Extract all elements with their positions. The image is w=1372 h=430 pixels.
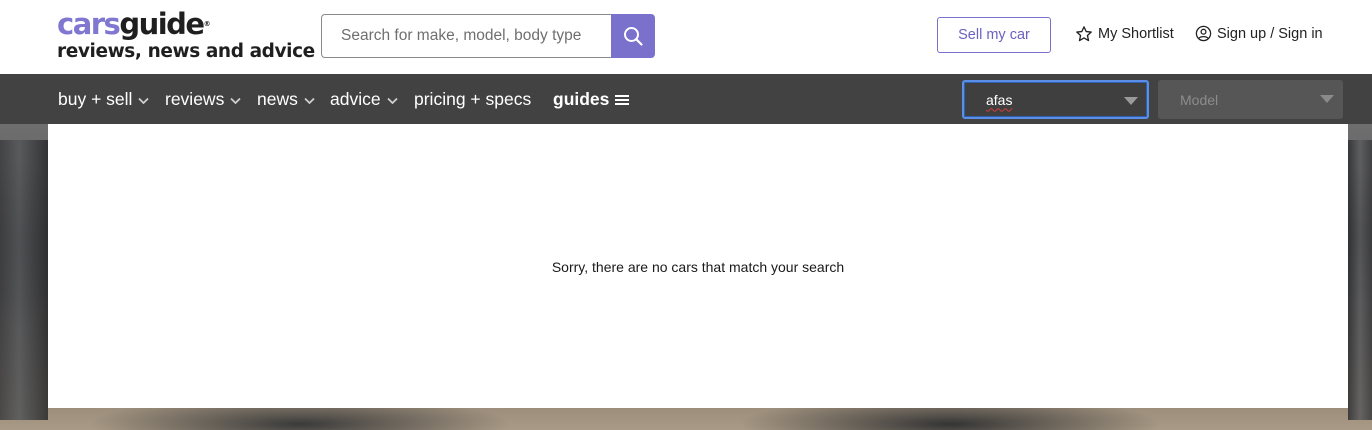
logo-part-guide: guide [119, 7, 205, 41]
background-car-right [1348, 140, 1372, 420]
make-select-value: afas [986, 91, 1013, 108]
search-icon [624, 27, 643, 46]
user-circle-icon [1195, 25, 1212, 42]
sign-in-link[interactable]: Sign up / Sign in [1195, 25, 1323, 42]
my-shortlist-link[interactable]: My Shortlist [1075, 25, 1174, 43]
search-button[interactable] [611, 14, 655, 58]
site-header: carsguide® reviews, news and advice Sell… [0, 0, 1372, 74]
sign-in-label: Sign up / Sign in [1217, 25, 1323, 42]
nav-item-label: pricing + specs [414, 88, 532, 109]
nav-item-pricing-specs[interactable]: pricing + specs [414, 74, 531, 124]
caret-down-icon [1320, 95, 1334, 103]
chevron-down-icon [138, 97, 150, 104]
site-search [321, 14, 655, 58]
nav-item-label: guides [553, 88, 610, 109]
chevron-down-icon [304, 97, 315, 104]
make-select[interactable]: afas [962, 80, 1149, 119]
logo-part-cars: cars [57, 7, 121, 41]
chevron-down-icon [230, 97, 241, 104]
nav-item-guides[interactable]: guides [553, 74, 630, 124]
sell-my-car-button[interactable]: Sell my car [937, 17, 1051, 53]
logo-wordmark: carsguide® [57, 8, 315, 40]
nav-item-label: news [257, 88, 298, 109]
nav-item-advice[interactable]: advice [330, 74, 398, 124]
logo-registered-mark: ® [203, 20, 211, 28]
chevron-down-icon [386, 97, 398, 104]
cars-guide-logo[interactable]: carsguide® reviews, news and advice [57, 8, 315, 63]
nav-item-label: advice [330, 88, 381, 109]
model-select-placeholder: Model [1180, 91, 1219, 108]
no-results-message: Sorry, there are no cars that match your… [551, 258, 845, 275]
background-car-left [0, 140, 48, 420]
nav-item-label: buy + sell [58, 88, 133, 109]
caret-down-icon [1124, 97, 1138, 105]
logo-tagline: reviews, news and advice [57, 41, 315, 62]
my-shortlist-label: My Shortlist [1098, 26, 1174, 42]
search-input[interactable] [321, 14, 611, 58]
search-results-panel: Sorry, there are no cars that match your… [48, 124, 1348, 408]
nav-item-label: reviews [165, 88, 225, 109]
star-icon [1076, 26, 1092, 42]
nav-item-news[interactable]: news [257, 74, 315, 124]
hamburger-icon [615, 94, 630, 105]
model-select[interactable]: Model [1158, 80, 1343, 119]
nav-item-buy-sell[interactable]: buy + sell [58, 74, 150, 124]
nav-item-reviews[interactable]: reviews [165, 74, 241, 124]
